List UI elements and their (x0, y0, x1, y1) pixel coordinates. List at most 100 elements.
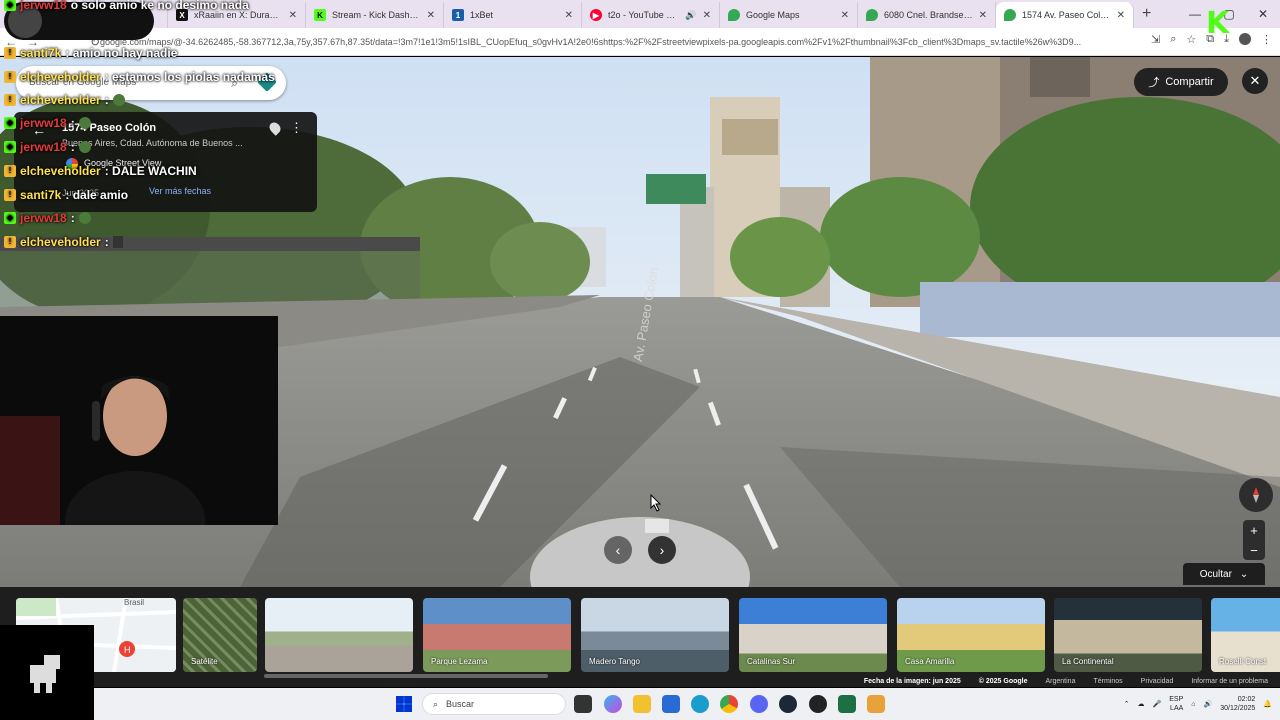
search-icon: ⌕ (433, 698, 439, 709)
taskbar-search[interactable]: ⌕ Buscar (422, 693, 566, 715)
copilot-icon[interactable] (604, 695, 622, 713)
notifications-icon[interactable]: 🔔 (1263, 700, 1272, 708)
chat-text: : estamos los piolas nadamas (104, 69, 275, 84)
footer-link[interactable]: Argentina (1046, 678, 1076, 688)
task-view-icon[interactable] (574, 695, 592, 713)
compass-icon (1253, 487, 1259, 503)
youtube-music-icon: ▶ (590, 9, 602, 21)
close-street-view-button[interactable]: ✕ (1242, 68, 1268, 94)
browser-tab[interactable]: ▶ t2o - YouTube Music 🔊 ✕ (582, 2, 720, 28)
file-explorer-icon[interactable] (633, 695, 651, 713)
subscriber-badge-icon: ◆ (4, 0, 16, 11)
tab-title: Stream - Kick Dashboard (332, 10, 421, 20)
photo-thumbnail[interactable]: Roselli Const (1211, 598, 1280, 672)
chat-text: : dale amio (65, 187, 129, 202)
obs-icon[interactable] (867, 695, 885, 713)
close-tab-icon[interactable]: ✕ (841, 10, 849, 21)
chat-username: jerww18 (20, 0, 67, 12)
photo-thumbnail[interactable]: La Continental (1054, 598, 1202, 672)
photo-label: Parque Lezama (431, 657, 488, 666)
browser-tab[interactable]: K Stream - Kick Dashboard ✕ (306, 2, 444, 28)
speaker-icon[interactable]: 🔊 (685, 10, 696, 21)
browser-tab[interactable]: 6080 Cnel. Brandsen - Go ✕ (858, 2, 996, 28)
chevron-up-icon[interactable]: ⌃ (1124, 700, 1130, 708)
tab-title: 1574 Av. Paseo Colón - G (1022, 10, 1111, 20)
edge-icon[interactable] (691, 695, 709, 713)
footer-link[interactable]: Privacidad (1141, 678, 1174, 688)
footer-link[interactable]: Informar de un problema (1191, 678, 1268, 688)
menu-icon[interactable]: ⋮ (1261, 33, 1272, 46)
footer-link[interactable]: Términos (1093, 678, 1122, 688)
emote-icon (78, 116, 91, 129)
maps-footer: Fecha de la imagen: jun 2025 © 2025 Goog… (94, 678, 1280, 688)
new-tab-button[interactable]: + (1142, 5, 1151, 23)
zoom-icon[interactable]: ⌕ (1170, 33, 1176, 46)
more-options-icon[interactable]: ⋮ (290, 120, 303, 136)
chat-username: jerww18 (20, 115, 67, 130)
subscriber-badge-icon: ◆ (4, 140, 16, 153)
chat-message: ◆ jerww18 : (4, 138, 91, 155)
clock-time: 02:02 (1237, 696, 1256, 703)
address-bar: ← → ↻ google.com/maps/@-34.6262485,-58.3… (0, 28, 1280, 56)
chrome-icon[interactable] (720, 695, 738, 713)
close-tab-icon[interactable]: ✕ (565, 10, 573, 21)
network-icon[interactable]: ⌂ (1191, 701, 1195, 708)
chat-username: jerww18 (20, 210, 67, 225)
maps-pin-icon (728, 9, 740, 21)
url-field[interactable]: google.com/maps/@-34.6262485,-58.367712,… (100, 33, 1090, 51)
zoom-control: + − (1243, 520, 1265, 560)
close-tab-icon[interactable]: ✕ (703, 10, 711, 21)
chat-username: elcheveholder (20, 163, 101, 178)
chat-message: ◆ jerww18 o solo amio ke no desimo nada (4, 0, 249, 13)
close-tab-icon[interactable]: ✕ (979, 10, 987, 21)
pin-icon[interactable] (267, 120, 283, 136)
browser-tab[interactable]: 1 1xBet ✕ (444, 2, 582, 28)
app-icon[interactable] (809, 695, 827, 713)
volume-icon[interactable]: 🔊 (1204, 700, 1213, 708)
close-tab-icon[interactable]: ✕ (1117, 10, 1125, 21)
zoom-out-button[interactable]: − (1250, 543, 1258, 558)
bookmark-star-icon[interactable]: ☆ (1186, 33, 1196, 46)
share-button[interactable]: ⤴ Compartir (1134, 68, 1228, 96)
photo-thumbnail[interactable] (265, 598, 413, 672)
close-tab-icon[interactable]: ✕ (427, 10, 435, 21)
install-app-icon[interactable]: ⇲ (1151, 33, 1160, 46)
chat-message: ! elcheveholder : estamos los piolas nad… (4, 68, 275, 85)
emote-icon (112, 235, 123, 248)
store-icon[interactable] (662, 695, 680, 713)
tab-title: 1xBet (470, 10, 494, 20)
language-indicator[interactable]: ESP LAA (1169, 695, 1183, 713)
next-arrow-button[interactable]: › (648, 536, 676, 564)
compass-button[interactable] (1239, 478, 1273, 512)
hide-photos-button[interactable]: Ocultar ⌄ (1183, 563, 1265, 585)
clock-date: 30/12/2025 (1220, 705, 1256, 712)
close-tab-icon[interactable]: ✕ (289, 10, 297, 21)
windows-start-icon[interactable] (396, 696, 412, 712)
microphone-icon[interactable]: 🎤 (1153, 700, 1162, 708)
photo-thumbnail[interactable]: Madero Tango (581, 598, 729, 672)
moderator-badge-icon: ! (4, 46, 16, 59)
browser-tab[interactable]: Google Maps ✕ (720, 2, 858, 28)
photo-thumbnail[interactable]: Catalinas Sur (739, 598, 887, 672)
excel-icon[interactable] (838, 695, 856, 713)
maps-pin-icon (1004, 9, 1016, 21)
profile-avatar[interactable] (1239, 33, 1251, 45)
steam-icon[interactable] (779, 695, 797, 713)
zoom-in-button[interactable]: + (1250, 523, 1258, 538)
more-dates-link[interactable]: Ver más fechas (149, 186, 211, 196)
browser-tab-active[interactable]: 1574 Av. Paseo Colón - G ✕ (996, 2, 1134, 28)
satellite-thumbnail[interactable]: Satélite (183, 598, 257, 672)
chat-username: elcheveholder (20, 92, 101, 107)
map-thumb-label: Brasil (124, 598, 145, 607)
discord-icon[interactable] (750, 695, 768, 713)
previous-arrow-button[interactable]: ‹ (604, 536, 632, 564)
photo-thumbnail[interactable]: Casa Amarilla (897, 598, 1045, 672)
cloud-icon[interactable]: ☁ (1138, 700, 1145, 708)
close-window-icon[interactable]: ✕ (1246, 7, 1280, 21)
windows-taskbar: ⌕ Buscar ⌃ ☁ 🎤 ESP LAA ⌂ 🔊 02:02 30/12/2… (94, 688, 1280, 720)
taskbar-search-label: Buscar (446, 699, 475, 709)
photo-thumbnail[interactable]: Parque Lezama (423, 598, 571, 672)
lang-top: ESP (1169, 696, 1184, 703)
moderator-badge-icon: ! (4, 188, 16, 201)
clock[interactable]: 02:02 30/12/2025 (1220, 695, 1255, 713)
